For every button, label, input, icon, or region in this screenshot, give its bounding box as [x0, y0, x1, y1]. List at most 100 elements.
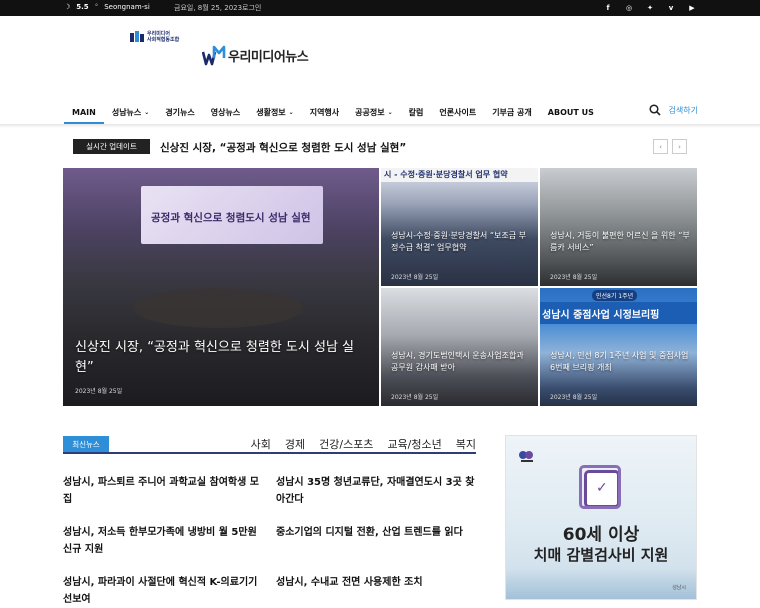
featured-b-title[interactable]: 성남시, 거동이 불편한 어르신 을 위한 “부름카 서비스”	[550, 230, 690, 254]
twitter-icon[interactable]: ✦	[644, 2, 656, 14]
tab-economy[interactable]: 경제	[285, 436, 305, 452]
featured-c-title[interactable]: 성남시, 경기도법인택시 운송사업조합과 공무원 감사패 받아	[391, 350, 531, 374]
featured-main[interactable]: 공정과 혁신으로 청렴도시 성남 실현 신상진 시장, “공정과 혁신으로 청렴…	[63, 168, 379, 406]
breaking-news: 실시간 업데이트 신상진 시장, “공정과 혁신으로 청렴한 도시 성남 실현”…	[73, 139, 697, 155]
featured-a-title[interactable]: 성남시-수정·중원·분당경찰서 “보조금 부정수급 척결” 업무협약	[391, 230, 531, 254]
chevron-down-icon: ⌄	[288, 108, 294, 116]
nav-item-life-info[interactable]: 생활정보 ⌄	[248, 100, 301, 124]
nav-label: ABOUT US	[547, 107, 594, 117]
instagram-icon[interactable]: ◎	[623, 2, 635, 14]
breaking-tag: 실시간 업데이트	[73, 139, 150, 154]
featured-a[interactable]: 시 - 수정·중원·분당경찰서 업무 협약 성남시-수정·중원·분당경찰서 “보…	[381, 168, 538, 286]
tab-welfare[interactable]: 복지	[456, 436, 476, 452]
partner-logo[interactable]: 우리미디어 사회적협동조합	[130, 30, 179, 44]
site-logo-text: 우리미디어뉴스	[228, 49, 309, 65]
search-label: 검색하기	[668, 105, 698, 115]
featured-d-title[interactable]: 성남시, 민선 8기 1주년 사업 및 중점사업 6번째 브리핑 개최	[550, 350, 690, 374]
nav-item-gyeonggi-news[interactable]: 경기뉴스	[157, 100, 202, 124]
featured-d-pill: 민선8기 1주년	[592, 290, 638, 301]
chevron-right-icon[interactable]: ›	[672, 139, 687, 154]
advert-banner[interactable]: ✓ 60세 이상 치매 감별검사비 지원 성남시	[505, 435, 697, 600]
nav-item-public-info[interactable]: 공공정보 ⌄	[347, 100, 400, 124]
partner-logo-text-2: 사회적협동조합	[147, 37, 180, 43]
ad-line-1: 60세 이상	[562, 525, 640, 545]
nav-label: 생활정보	[256, 107, 286, 117]
chevron-down-icon: ⌄	[387, 108, 393, 116]
featured-d-strip: 성남시 중점사업 시정브리핑	[540, 302, 697, 324]
moon-icon: ☽	[64, 3, 71, 11]
latest-news-tag: 최신뉴스	[63, 436, 109, 452]
search-icon	[648, 104, 661, 116]
current-date: 금요일, 8월 25, 2023	[174, 4, 243, 12]
partner-logo-icon	[130, 31, 144, 42]
nav-label: 경기뉴스	[165, 107, 195, 117]
facebook-icon[interactable]: f	[602, 2, 614, 14]
nav-label: 공공정보	[355, 107, 385, 117]
featured-main-date: 2023년 8월 25일	[75, 388, 123, 395]
degree-icon: °	[94, 3, 99, 11]
meeting-table	[133, 288, 303, 328]
featured-c[interactable]: 성남시, 경기도법인택시 운송사업조합과 공무원 감사패 받아 2023년 8월…	[381, 288, 538, 406]
category-tabs: 사회 경제 건강/스포츠 교육/청소년 복지	[251, 436, 476, 452]
top-bar: ☽ 5.5 ° Seongnam-si 금요일, 8월 25, 2023 로그인…	[0, 0, 760, 16]
site-logo-icon	[202, 45, 226, 66]
weather: ☽ 5.5 ° Seongnam-si	[64, 3, 150, 11]
city-logo-icon	[519, 451, 533, 462]
tab-education-youth[interactable]: 교육/청소년	[387, 436, 441, 452]
nav-item-about-us[interactable]: ABOUT US	[540, 100, 602, 124]
news-item[interactable]: 성남시, 파라과이 사절단에 혁신적 K-의료기기 선보여	[63, 574, 259, 608]
nav-item-donations[interactable]: 기부금 공개	[484, 100, 540, 124]
latest-news-header: 최신뉴스 사회 경제 건강/스포츠 교육/청소년 복지	[63, 436, 476, 454]
featured-a-strip: 시 - 수정·중원·분당경찰서 업무 협약	[381, 168, 538, 182]
nav-item-main[interactable]: MAIN	[64, 100, 104, 124]
temperature: 5.5	[76, 3, 89, 11]
social-links: f ◎ ✦ v ▶	[602, 2, 698, 14]
news-item[interactable]: 중소기업의 디지털 전환, 산업 트렌드를 읽다	[276, 524, 476, 541]
featured-b[interactable]: 성남시, 거동이 불편한 어르신 을 위한 “부름카 서비스” 2023년 8월…	[540, 168, 697, 286]
strip-text: 성남시 중점사업 시정브리핑	[542, 310, 660, 321]
news-item[interactable]: 성남시, 수내교 전면 사용제한 조치	[276, 574, 476, 591]
latest-news: 최신뉴스 사회 경제 건강/스포츠 교육/청소년 복지	[63, 436, 476, 454]
ad-footer: 성남시	[672, 585, 686, 591]
nav-label: MAIN	[72, 107, 96, 117]
nav-label: 성남뉴스	[111, 107, 142, 117]
chevron-left-icon[interactable]: ‹	[653, 139, 668, 154]
login-link[interactable]: 로그인	[242, 3, 261, 13]
nav-label: 영상뉴스	[210, 107, 241, 117]
banner-text: 공정과 혁신으로 청렴도시 성남 실현	[151, 212, 311, 224]
site-logo[interactable]: 우리미디어뉴스	[202, 44, 309, 66]
nav-item-column[interactable]: 칼럼	[401, 100, 432, 124]
youtube-icon[interactable]: ▶	[686, 2, 698, 14]
featured-c-date: 2023년 8월 25일	[391, 394, 439, 401]
news-item[interactable]: 성남시 35명 청년교류단, 자매결연도시 3곳 찾아간다	[276, 474, 476, 508]
checkbox-icon: ✓	[579, 465, 621, 509]
nav-item-video-news[interactable]: 영상뉴스	[203, 100, 248, 124]
featured-d-date: 2023년 8월 25일	[550, 394, 598, 401]
featured-b-date: 2023년 8월 25일	[550, 274, 598, 281]
nav-item-seongnam-news[interactable]: 성남뉴스 ⌄	[104, 100, 157, 124]
nav-divider	[0, 124, 760, 128]
search-button[interactable]: 검색하기	[648, 104, 698, 116]
strip-text: 시 - 수정·중원·분당경찰서 업무 협약	[384, 170, 508, 179]
vimeo-icon[interactable]: v	[665, 2, 677, 14]
ad-decoration	[506, 569, 696, 599]
nav-label: 칼럼	[408, 107, 424, 117]
tab-society[interactable]: 사회	[251, 436, 271, 452]
ad-line-2: 치매 감별검사비 지원	[533, 546, 669, 564]
nav-label: 지역행사	[309, 107, 340, 117]
nav-label: 기부금 공개	[492, 107, 532, 117]
nav-label: 언론사이트	[439, 107, 477, 117]
nav-item-local-events[interactable]: 지역행사	[302, 100, 347, 124]
news-item[interactable]: 성남시, 파스퇴르 주니어 과학교실 참여학생 모집	[63, 474, 259, 508]
chevron-down-icon: ⌄	[144, 108, 150, 116]
featured-d[interactable]: 민선8기 1주년 성남시 중점사업 시정브리핑 성남시, 민선 8기 1주년 사…	[540, 288, 697, 406]
featured-main-banner: 공정과 혁신으로 청렴도시 성남 실현	[141, 186, 323, 244]
featured-main-title[interactable]: 신상진 시장, “공정과 혁신으로 청렴한 도시 성남 실현”	[75, 338, 355, 378]
breaking-arrows: ‹ ›	[653, 139, 687, 154]
tab-health-sports[interactable]: 건강/스포츠	[319, 436, 373, 452]
breaking-title[interactable]: 신상진 시장, “공정과 혁신으로 청렴한 도시 성남 실현”	[160, 140, 406, 155]
nav-item-press-sites[interactable]: 언론사이트	[431, 100, 484, 124]
news-item[interactable]: 성남시, 저소득 한부모가족에 냉방비 월 5만원 신규 지원	[63, 524, 259, 558]
featured-a-date: 2023년 8월 25일	[391, 274, 439, 281]
location: Seongnam-si	[104, 3, 150, 11]
